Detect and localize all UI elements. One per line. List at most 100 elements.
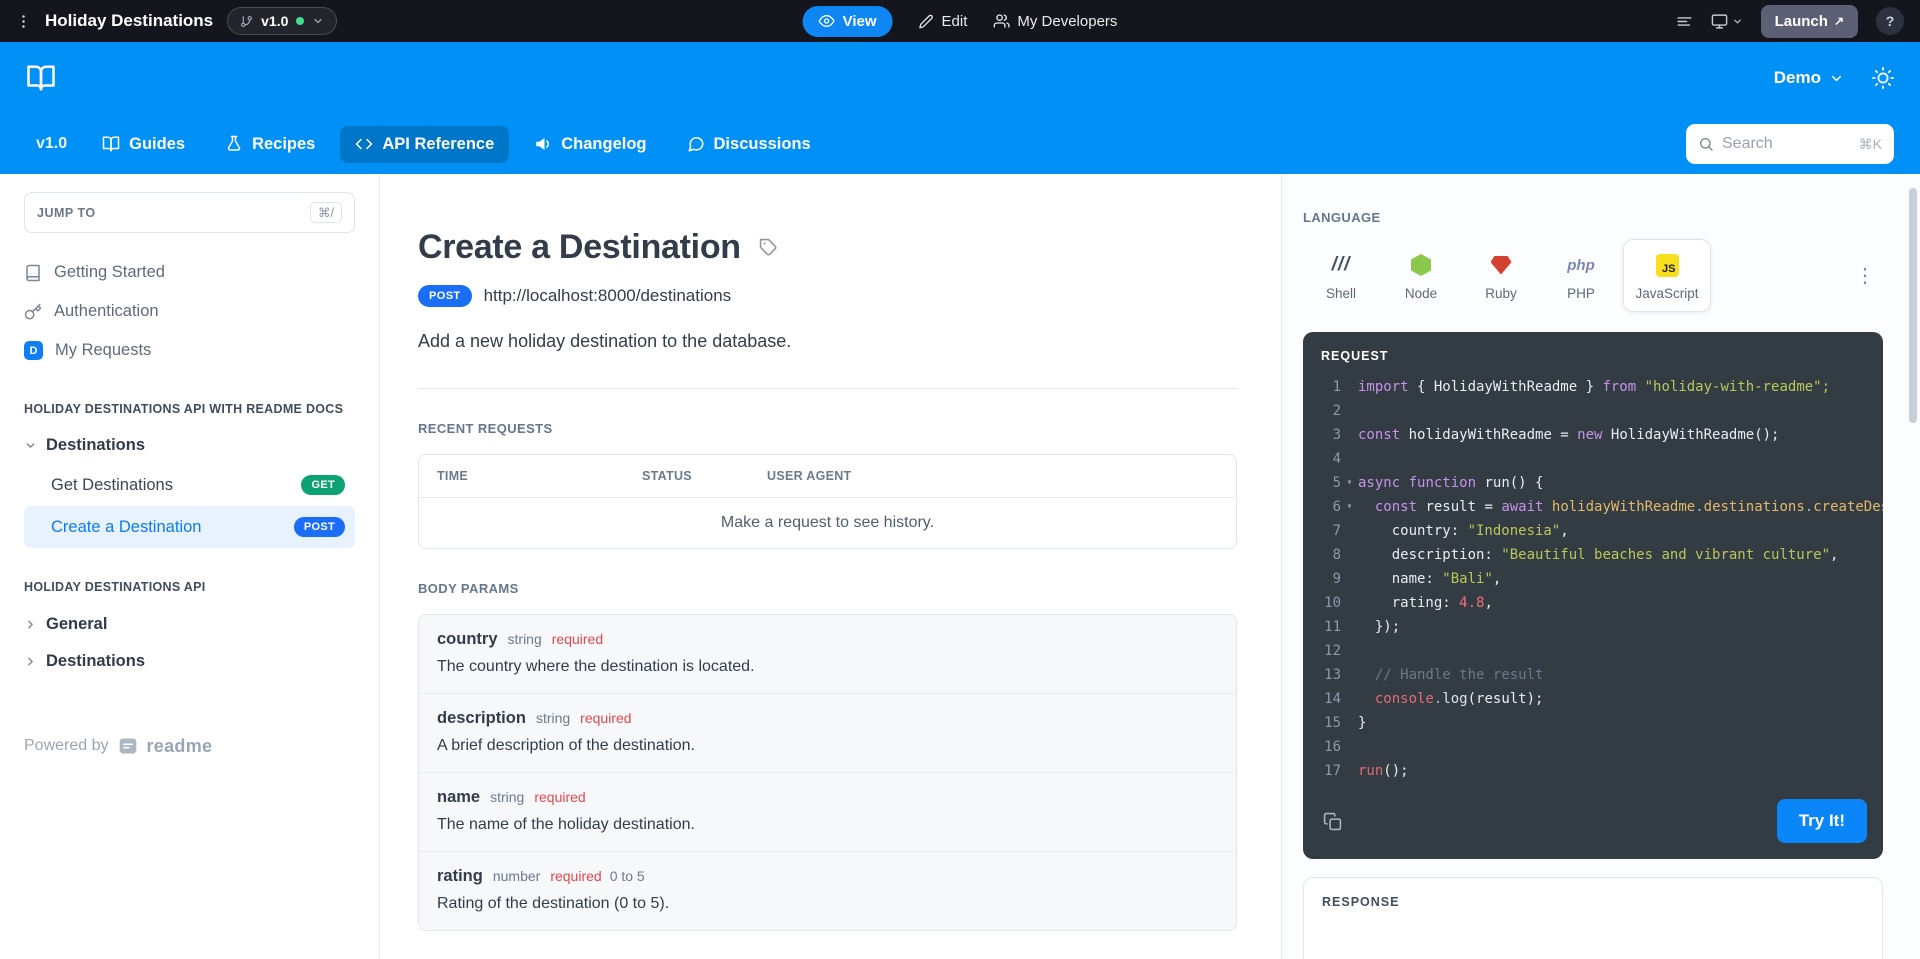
language-label: JavaScript	[1635, 286, 1698, 301]
code-line: 5▾async function run() {	[1315, 471, 1883, 495]
code-line: 15}	[1315, 711, 1883, 735]
version-selector[interactable]: v1.0	[227, 7, 337, 35]
sidebar-group-destinations[interactable]: Destinations	[24, 427, 355, 464]
chevron-down-icon	[24, 439, 37, 452]
project-logo-book-icon[interactable]	[26, 63, 56, 93]
language-php[interactable]: php PHP	[1543, 239, 1619, 312]
endpoint: POST http://localhost:8000/destinations	[418, 285, 1237, 307]
param-description: The name of the holiday destination.	[437, 816, 1218, 834]
key-icon	[24, 303, 42, 321]
view-button[interactable]: View	[803, 6, 893, 37]
response-panel: RESPONSE	[1303, 877, 1883, 959]
language-label: Node	[1405, 286, 1437, 301]
sidebar-item-my-requests[interactable]: D My Requests	[24, 331, 355, 370]
sidebar-group-destinations-2[interactable]: Destinations	[24, 643, 355, 680]
project-menu-icon[interactable]	[16, 14, 31, 29]
launch-label: Launch	[1775, 13, 1828, 30]
sidebar-item-authentication[interactable]: Authentication	[24, 292, 355, 331]
nav-guides-label: Guides	[129, 135, 185, 154]
request-code-panel: REQUEST 1import { HolidayWithReadme } fr…	[1303, 332, 1883, 859]
sidebar: JUMP TO ⌘/ Getting Started Authenticatio…	[0, 174, 380, 959]
app-root: Holiday Destinations v1.0 View	[0, 0, 1920, 959]
language-shell[interactable]: /// Shell	[1303, 239, 1379, 312]
code-line: 9 name: "Bali",	[1315, 567, 1883, 591]
my-developers-button[interactable]: My Developers	[993, 13, 1117, 30]
sidebar-item-getting-started[interactable]: Getting Started	[24, 253, 355, 292]
param-row[interactable]: country string required The country wher…	[419, 615, 1236, 694]
nav-guides[interactable]: Guides	[87, 126, 200, 163]
param-row[interactable]: rating number required 0 to 5 Rating of …	[419, 852, 1236, 930]
recent-requests-heading: RECENT REQUESTS	[418, 421, 1237, 436]
nav-api-reference[interactable]: API Reference	[340, 126, 509, 163]
sidebar-top-items: Getting Started Authentication D My Requ…	[24, 253, 355, 370]
sidebar-item-create-a-destination[interactable]: Create a Destination POST	[24, 506, 355, 548]
project-switcher[interactable]: Demo	[1774, 68, 1844, 88]
tag-icon[interactable]	[759, 238, 778, 257]
chevron-down-icon	[1732, 16, 1743, 27]
readme-wordmark: readme	[147, 736, 213, 757]
param-row[interactable]: name string required The name of the hol…	[419, 773, 1236, 852]
body-params-heading: BODY PARAMS	[418, 581, 1237, 596]
scrollbar[interactable]	[1909, 188, 1917, 423]
nav-version-label[interactable]: v1.0	[26, 126, 77, 162]
param-row[interactable]: description string required A brief desc…	[419, 694, 1236, 773]
recent-requests-table: TIME STATUS USER AGENT Make a request to…	[418, 454, 1237, 549]
param-required: required	[550, 868, 601, 884]
nav-changelog[interactable]: Changelog	[519, 126, 661, 163]
nav-discussions[interactable]: Discussions	[672, 126, 826, 163]
param-type: string	[508, 631, 542, 647]
code-line: 4	[1315, 447, 1883, 471]
language-ruby[interactable]: Ruby	[1463, 239, 1539, 312]
param-head: description string required	[437, 709, 1218, 728]
param-type: string	[536, 710, 570, 726]
page-title: Create a Destination	[418, 228, 741, 267]
sidebar-item-label: Authentication	[54, 302, 159, 321]
code-line: 10 rating: 4.8,	[1315, 591, 1883, 615]
copy-code-button[interactable]	[1319, 808, 1346, 835]
jump-to-button[interactable]: JUMP TO ⌘/	[24, 192, 355, 233]
main-nav: v1.0 Guides Recipes API Reference Change…	[0, 114, 1920, 174]
edit-button[interactable]: Edit	[919, 13, 968, 30]
search-input[interactable]	[1722, 135, 1851, 153]
param-name: name	[437, 788, 480, 807]
language-node[interactable]: Node	[1383, 239, 1459, 312]
language-javascript[interactable]: JS JavaScript	[1623, 239, 1711, 312]
try-it-button[interactable]: Try It!	[1777, 799, 1867, 843]
megaphone-icon	[534, 135, 552, 153]
sidebar-group-general[interactable]: General	[24, 606, 355, 643]
edit-label: Edit	[942, 13, 968, 30]
javascript-icon: JS	[1656, 254, 1679, 277]
sidebar-item-label: Getting Started	[54, 263, 165, 282]
language-label: Ruby	[1485, 286, 1517, 301]
code-line: 6▾ const result = await holidayWithReadm…	[1315, 495, 1883, 519]
launch-button[interactable]: Launch ↗	[1761, 5, 1858, 38]
language-label: PHP	[1567, 286, 1595, 301]
pencil-icon	[919, 14, 934, 29]
theme-toggle-sun-icon[interactable]	[1872, 67, 1894, 89]
search-icon	[1698, 136, 1714, 152]
code-lines: 1import { HolidayWithReadme } from "holi…	[1303, 373, 1883, 789]
sidebar-item-get-destinations[interactable]: Get Destinations GET	[24, 464, 355, 506]
code-line: 16	[1315, 735, 1883, 759]
column-header-time: TIME	[437, 469, 642, 483]
version-status-dot	[296, 17, 304, 25]
sidebar-item-label: My Requests	[55, 341, 151, 360]
param-head: country string required	[437, 630, 1218, 649]
external-link-icon: ↗	[1834, 14, 1844, 28]
sidebar-group-label: Destinations	[46, 436, 145, 455]
code-line: 3const holidayWithReadme = new HolidayWi…	[1315, 423, 1883, 447]
align-left-icon[interactable]	[1676, 13, 1693, 30]
powered-by[interactable]: Powered by readme	[24, 736, 355, 757]
code-line: 8 description: "Beautiful beaches and vi…	[1315, 543, 1883, 567]
table-empty-message: Make a request to see history.	[419, 498, 1236, 548]
method-badge-post: POST	[418, 285, 472, 307]
device-preview-selector[interactable]	[1711, 13, 1743, 30]
search-box[interactable]: ⌘K	[1686, 124, 1894, 164]
my-developers-label: My Developers	[1017, 13, 1117, 30]
nav-recipes[interactable]: Recipes	[210, 126, 330, 163]
powered-by-label: Powered by	[24, 737, 109, 755]
more-languages-button[interactable]: ⋮	[1847, 259, 1883, 292]
nav-recipes-label: Recipes	[252, 135, 315, 154]
param-head: rating number required 0 to 5	[437, 867, 1218, 886]
help-button[interactable]: ?	[1876, 7, 1904, 35]
